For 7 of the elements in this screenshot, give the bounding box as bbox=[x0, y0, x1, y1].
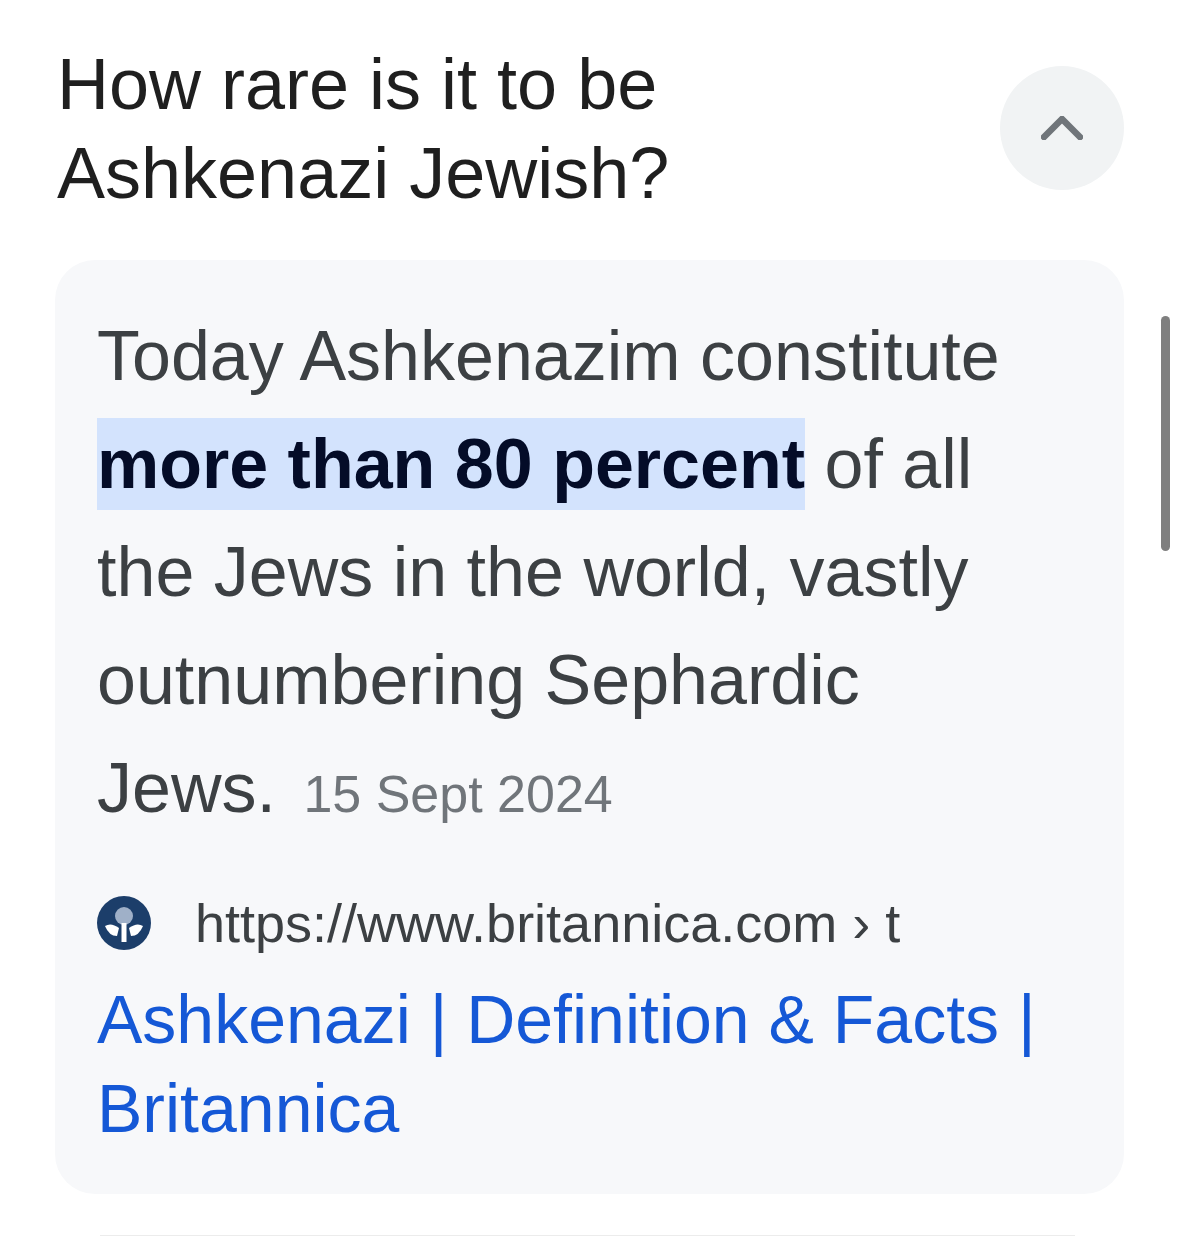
result-title-link[interactable]: Ashkenazi | Definition & Facts | Britannica bbox=[97, 975, 1082, 1153]
site-logo-icon bbox=[97, 896, 151, 950]
snippet-date: 15 Sept 2024 bbox=[303, 765, 613, 823]
question-title: How rare is it to be Ashkenazi Jewish? bbox=[57, 43, 671, 215]
chevron-up-icon bbox=[1041, 116, 1083, 140]
answer-snippet: Today Ashkenazim constitute more than 80 percent of all the Jews in the world, vastly outnumbering Sephardic Jews. 15 Sept 2024 bbox=[97, 316, 1001, 829]
source-url: https://www.britannica.com › t bbox=[195, 893, 901, 953]
